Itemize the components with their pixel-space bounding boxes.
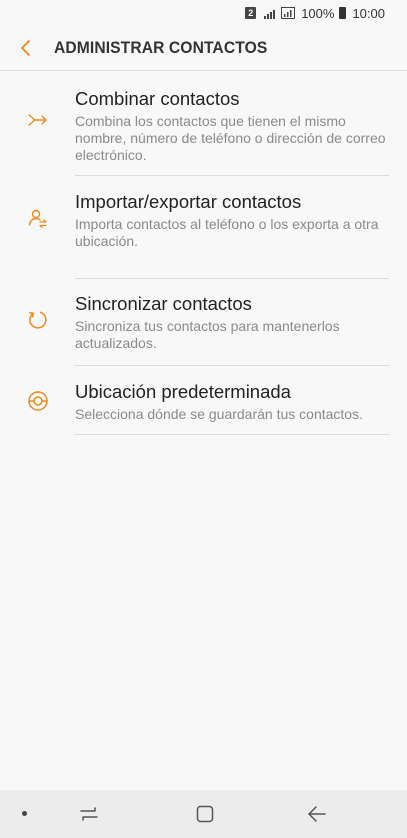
recent-apps-button[interactable] — [78, 803, 100, 825]
list-item-import-export[interactable]: Importar/exportar contactos Importa cont… — [0, 191, 407, 279]
back-nav-button[interactable] — [306, 803, 328, 825]
back-button[interactable] — [0, 26, 54, 70]
item-description: Importa contactos al teléfono o los expo… — [75, 216, 379, 249]
item-description: Sincroniza tus contactos para mantenerlo… — [75, 318, 340, 351]
page-title: ADMINISTRAR CONTACTOS — [54, 38, 268, 57]
clock: 10:00 — [352, 5, 385, 21]
list-item-sync-contacts[interactable]: Sincronizar contactos Sincroniza tus con… — [0, 278, 407, 366]
battery-icon — [339, 7, 347, 19]
home-button[interactable] — [194, 803, 216, 825]
nav-dot-icon[interactable] — [22, 811, 27, 816]
signal-icon — [264, 7, 276, 19]
signal-icon-2 — [281, 7, 296, 19]
sync-icon — [28, 311, 47, 329]
item-description: Combina los contactos que tienen el mism… — [75, 113, 386, 163]
home-icon — [196, 805, 214, 823]
item-title: Ubicación predeterminada — [75, 381, 291, 402]
status-bar: 2 100% 10:00 — [0, 0, 407, 26]
settings-list: Combinar contactos Combina los contactos… — [0, 88, 407, 435]
recent-apps-icon — [80, 807, 98, 821]
back-arrow-icon — [21, 40, 30, 56]
navigation-bar — [0, 790, 407, 838]
list-item-default-location[interactable]: Ubicación predeterminada Selecciona dónd… — [0, 365, 407, 435]
merge-icon — [27, 114, 47, 126]
item-title: Combinar contactos — [75, 88, 240, 109]
back-nav-icon — [308, 806, 326, 822]
import-export-icon — [28, 209, 47, 228]
item-description: Selecciona dónde se guardarán tus contac… — [75, 406, 363, 422]
list-item-merge-contacts[interactable]: Combinar contactos Combina los contactos… — [0, 88, 407, 176]
sim-badge: 2 — [245, 7, 257, 19]
battery-percentage: 100% — [301, 5, 335, 21]
item-title: Sincronizar contactos — [75, 293, 252, 314]
app-header: ADMINISTRAR CONTACTOS — [0, 26, 407, 71]
storage-location-icon — [27, 391, 48, 411]
item-title: Importar/exportar contactos — [75, 191, 302, 212]
